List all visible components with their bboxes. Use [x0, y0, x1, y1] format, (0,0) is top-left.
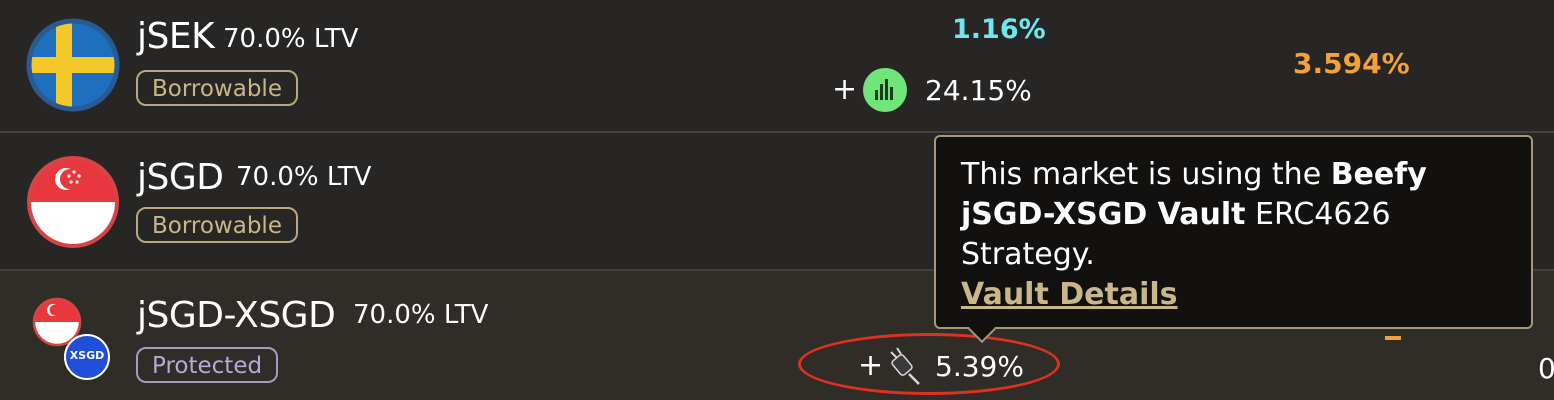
- strategy-tooltip: This market is using the Beefy jSGD-XSGD…: [934, 135, 1533, 344]
- ltv-label: 70.0% LTV: [236, 162, 372, 192]
- tooltip-text-prefix: This market is using the: [961, 157, 1331, 192]
- asset-name: jSGD: [137, 157, 224, 198]
- borrowable-badge: Borrowable: [136, 207, 298, 243]
- ltv-label: 70.0% LTV: [353, 300, 489, 330]
- tooltip-message: This market is using the Beefy jSGD-XSGD…: [961, 155, 1501, 275]
- beefy-rewards-icon: [863, 68, 907, 112]
- borrow-apy: 3.594%: [1293, 47, 1410, 80]
- singapore-flag-icon: [27, 156, 119, 248]
- highlight-ellipse: [798, 333, 1060, 395]
- borrow-apy-dash: [1385, 336, 1401, 340]
- market-row-jsek[interactable]: jSEK 70.0% LTV Borrowable 1.16% + 24.15%…: [0, 0, 1554, 131]
- vault-details-link[interactable]: Vault Details: [961, 275, 1178, 315]
- borrowable-badge: Borrowable: [136, 70, 298, 106]
- supply-apy: 1.16%: [952, 14, 1046, 45]
- asset-name: jSGD-XSGD: [137, 295, 336, 336]
- asset-name: jSEK: [137, 16, 215, 57]
- reward-plus: +: [832, 72, 858, 107]
- protected-badge: Protected: [136, 347, 279, 383]
- edge-value: 0: [1538, 352, 1554, 385]
- ltv-label: 70.0% LTV: [223, 24, 359, 54]
- xsgd-token-label: XSGD: [69, 349, 105, 362]
- reward-apy: 24.15%: [925, 74, 1032, 107]
- sweden-flag-icon: [26, 18, 120, 112]
